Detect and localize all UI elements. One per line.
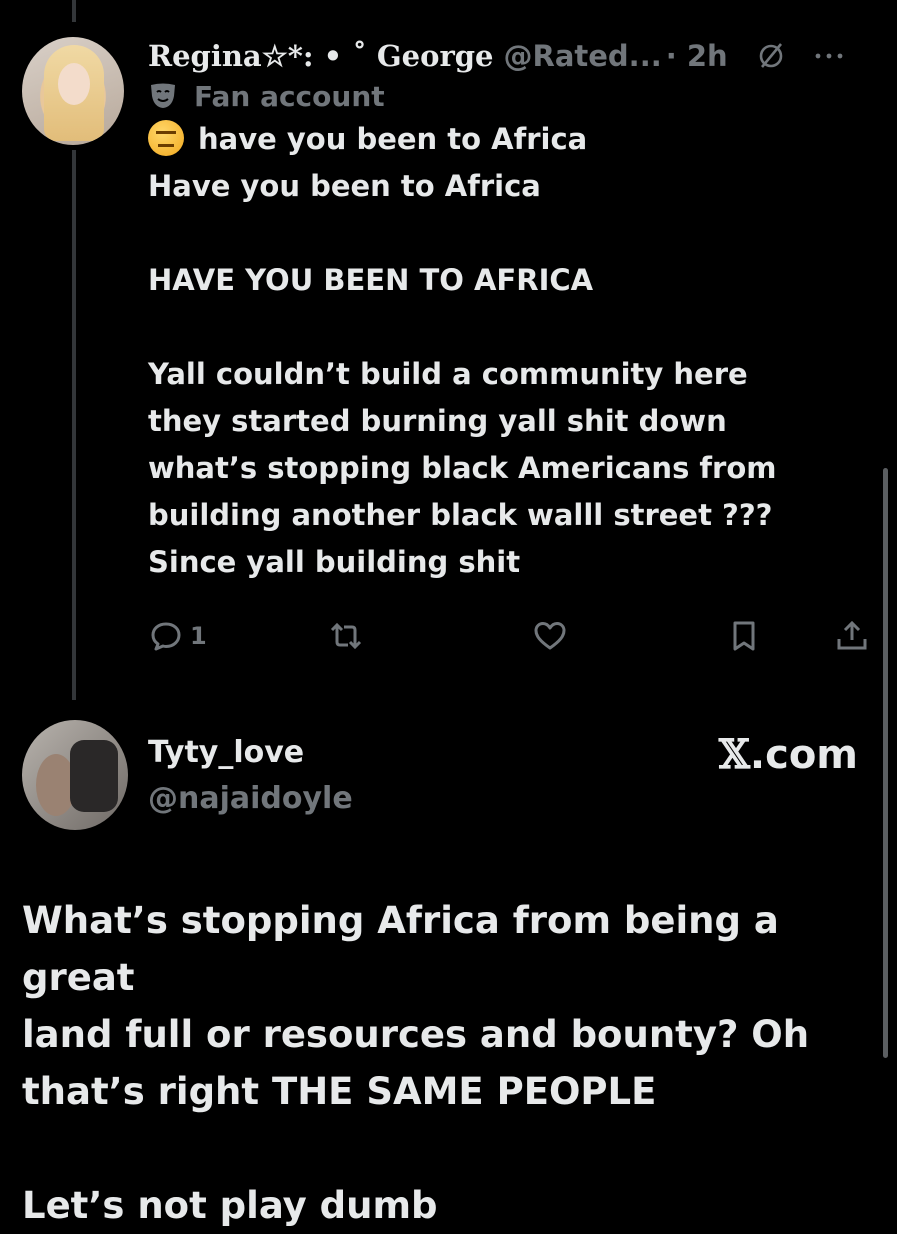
tweet-header: Regina☆*: • ˚ George @Rated... · 2h [148,36,878,76]
display-name[interactable]: Regina☆*: • ˚ George [148,39,493,73]
tweet-line: building another black walll street ??? [148,498,773,532]
reply-count: 1 [190,622,207,650]
user-handle[interactable]: @najaidoyle [148,776,858,822]
raised-eyebrow-emoji [148,120,184,156]
share-icon [837,620,867,650]
tweet-line: land full or resources and bounty? Oh [22,1013,810,1056]
x-com-watermark: 𝕏.com [719,730,858,780]
tweet-line: Since yall building shit [148,545,521,579]
tweet-reply-header: Tyty_love @najaidoyle 𝕏.com [148,730,858,822]
tweet-line: What’s stopping Africa from being a grea… [22,899,779,999]
tweet-actions: 1 [148,618,878,662]
fan-account-text: Fan account [194,79,385,113]
reply-icon [151,622,181,651]
tweet-line: Have you been to Africa [148,169,541,203]
watermark-domain: .com [749,732,858,778]
fan-account-label: Fan account [148,76,878,116]
avatar[interactable] [22,720,128,830]
x-logo: 𝕏 [718,731,750,778]
bookmark-button[interactable] [726,618,762,654]
heart-icon [534,622,566,650]
tweet-line: what’s stopping black Americans from [148,451,777,485]
tweet-text: have you been to Africa Have you been to… [148,116,878,586]
theater-mask-icon [151,83,175,108]
timestamp[interactable]: · 2h [666,39,728,73]
tweet-line: have you been to Africa [198,122,588,156]
null-circle-icon [759,43,782,68]
tweet-line: that’s right THE SAME PEOPLE [22,1070,657,1113]
like-button[interactable] [532,618,568,654]
tweet-line: they started burning yall shit down [148,404,727,438]
retweet-icon [330,622,362,650]
avatar-face [58,63,90,105]
avatar-phone [70,740,118,812]
user-handle[interactable]: @Rated... [503,39,661,73]
share-button[interactable] [834,618,870,654]
scrollbar[interactable] [883,468,888,1058]
bookmark-icon [733,621,755,651]
more-dots-icon[interactable] [814,51,844,61]
thread-line [72,150,76,700]
avatar[interactable] [22,37,124,145]
reply-button[interactable]: 1 [148,618,207,654]
tweet-line: Let’s not play dumb [22,1184,438,1227]
thread-line-top [72,0,76,22]
tweet-reply-text: What’s stopping Africa from being a grea… [22,892,872,1234]
tweet-line: HAVE YOU BEEN TO AFRICA [148,263,594,297]
retweet-button[interactable] [328,618,364,654]
tweet-original[interactable]: Regina☆*: • ˚ George @Rated... · 2h Fan … [148,36,878,586]
tweet-line: Yall couldn’t build a community here [148,357,748,391]
